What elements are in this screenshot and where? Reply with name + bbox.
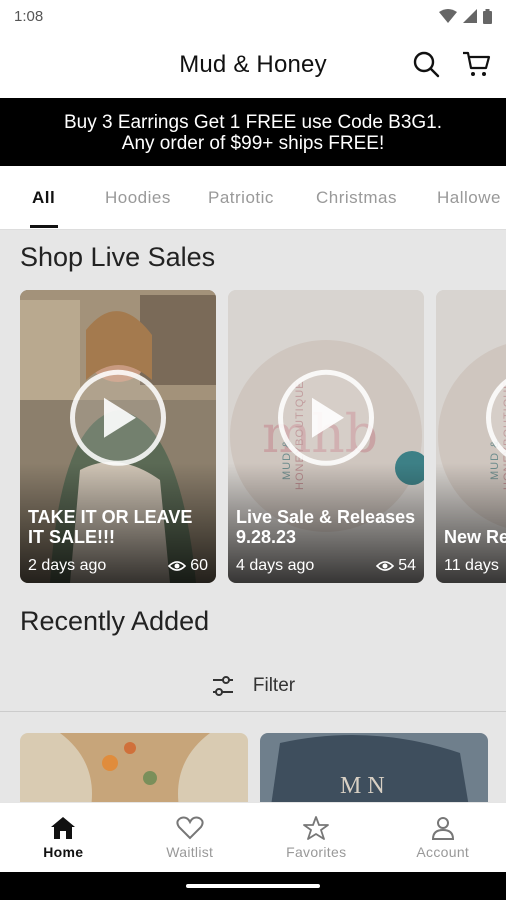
card-title: New Re 9.21.23 <box>444 527 506 547</box>
promo-banner: Buy 3 Earrings Get 1 FREE use Code B3G1.… <box>0 98 506 166</box>
search-icon <box>413 51 440 78</box>
play-icon <box>312 397 344 438</box>
nav-account[interactable]: Account <box>380 803 506 872</box>
eye-icon <box>168 561 187 571</box>
app-title: Mud & Honey <box>179 51 327 78</box>
status-bar: 1:08 <box>0 0 506 32</box>
live-sale-card[interactable]: mhb MUD & HONEYBOUTIQUE Live Sale & Rele… <box>228 290 424 583</box>
eye-icon <box>376 561 395 571</box>
nav-label: Favorites <box>286 843 347 860</box>
search-button[interactable] <box>410 48 442 80</box>
card-age: 2 days ago <box>28 557 107 574</box>
filter-label: Filter <box>252 674 296 696</box>
card-views: 60 <box>190 557 208 574</box>
card-title: TAKE IT OR LEAVE IT SALE!!! <box>28 507 193 547</box>
svg-text:M N: M N <box>340 773 385 799</box>
wifi-icon <box>439 9 457 23</box>
product-card[interactable]: M N <box>260 733 488 802</box>
card-age: 11 days <box>444 557 499 574</box>
star-icon <box>303 815 330 840</box>
product-image <box>20 733 248 802</box>
tab-all[interactable]: All <box>32 188 55 208</box>
live-sale-card[interactable]: MUD & HONEYBOUTIQUE New Re 9.21.23 11 da… <box>436 290 506 583</box>
tab-christmas[interactable]: Christmas <box>316 188 397 208</box>
play-icon <box>104 397 136 438</box>
nav-favorites[interactable]: Favorites <box>253 803 380 872</box>
main-content: Shop Live Sales TAKE IT OR LEAVE IT SALE… <box>0 230 506 802</box>
app-bar: Mud & Honey <box>0 32 506 98</box>
filter-icon <box>212 675 233 696</box>
heart-icon <box>176 816 204 839</box>
live-sale-card[interactable]: TAKE IT OR LEAVE IT SALE!!! 2 days ago 6… <box>20 290 216 583</box>
home-indicator[interactable] <box>186 884 320 888</box>
card-title: Live Sale & Releases 9.28.23 <box>236 507 416 547</box>
nav-label: Account <box>416 843 470 860</box>
nav-label: Home <box>43 843 84 860</box>
recently-added-heading: Recently Added <box>20 606 210 636</box>
tab-patriotic[interactable]: Patriotic <box>208 188 274 208</box>
battery-icon <box>483 8 492 24</box>
tab-halloween[interactable]: Hallowe <box>437 188 501 208</box>
home-icon <box>51 816 76 839</box>
tab-hoodies[interactable]: Hoodies <box>105 188 171 208</box>
status-time: 1:08 <box>14 7 44 25</box>
tab-active-indicator <box>30 225 58 228</box>
cart-button[interactable] <box>460 48 492 80</box>
cart-icon <box>463 51 491 76</box>
person-icon <box>431 816 454 840</box>
product-image: M N <box>260 733 488 802</box>
card-views: 54 <box>398 557 416 574</box>
play-button[interactable] <box>278 369 374 466</box>
gesture-area <box>0 872 506 900</box>
promo-line-2: Any order of $99+ ships FREE! <box>121 133 385 154</box>
live-sales-heading: Shop Live Sales <box>20 242 216 272</box>
filter-button[interactable]: Filter <box>0 660 506 712</box>
play-button[interactable] <box>70 369 166 466</box>
signal-icon <box>463 9 477 23</box>
nav-home[interactable]: Home <box>0 803 127 872</box>
category-tabs: All Hoodies Patriotic Christmas Hallowe <box>0 166 506 230</box>
nav-label: Waitlist <box>166 843 214 860</box>
card-age: 4 days ago <box>236 557 315 574</box>
nav-waitlist[interactable]: Waitlist <box>127 803 254 872</box>
bottom-nav: Home Waitlist Favorites Account <box>0 802 506 872</box>
product-card[interactable] <box>20 733 248 802</box>
promo-line-1: Buy 3 Earrings Get 1 FREE use Code B3G1. <box>63 112 443 133</box>
